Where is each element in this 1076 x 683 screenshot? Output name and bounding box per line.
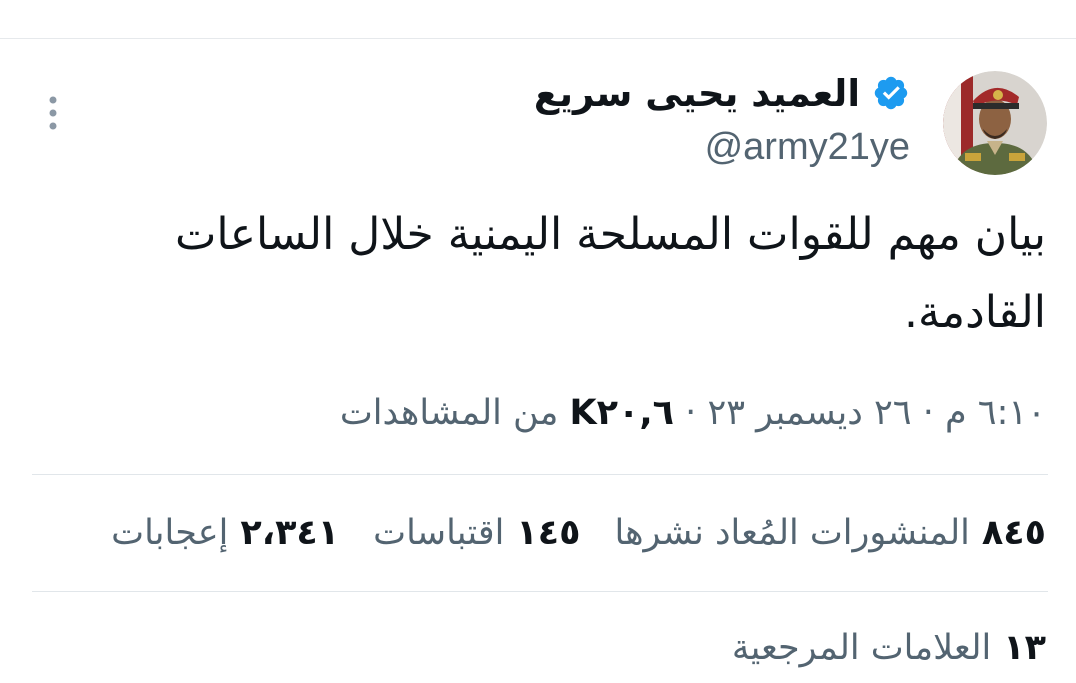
likes-count: ٢،٣٤١ bbox=[240, 513, 340, 553]
meta-separator: · bbox=[922, 393, 934, 433]
bookmarks-stat[interactable]: ١٣ العلامات المرجعية bbox=[732, 620, 1046, 676]
verified-badge-icon bbox=[872, 74, 910, 112]
author-display-name[interactable]: العميد يحيى سريع bbox=[534, 68, 910, 118]
author-name-text: العميد يحيى سريع bbox=[533, 71, 860, 115]
quotes-stat[interactable]: ١٤٥ اقتباسات bbox=[373, 513, 580, 553]
likes-label: إعجابات bbox=[111, 513, 229, 553]
author-handle[interactable]: @army21ye bbox=[705, 126, 910, 169]
views-label: من المشاهدات bbox=[339, 393, 559, 433]
likes-stat[interactable]: ٢،٣٤١ إعجابات bbox=[111, 513, 339, 553]
engagement-stats: ٨٤٥ المنشورات المُعاد نشرها ١٤٥ اقتباسات… bbox=[111, 505, 1046, 561]
views-count: K٢٠,٦ bbox=[569, 393, 675, 433]
reposts-label: المنشورات المُعاد نشرها bbox=[614, 513, 970, 553]
meta-separator: · bbox=[685, 393, 697, 433]
tweet-time[interactable]: ٦:١٠ م bbox=[945, 393, 1046, 433]
top-divider bbox=[0, 38, 1076, 39]
tweet-meta: ٦:١٠ م · ٢٦ ديسمبر ٢٣ · K٢٠,٦ من المشاهد… bbox=[340, 385, 1046, 441]
bookmarks-label: العلامات المرجعية bbox=[731, 628, 992, 668]
divider bbox=[32, 474, 1048, 475]
tweet-detail: العميد يحيى سريع @army21ye بيان مهم للقو… bbox=[0, 0, 1076, 683]
divider bbox=[32, 591, 1048, 592]
reposts-stat[interactable]: ٨٤٥ المنشورات المُعاد نشرها bbox=[614, 513, 1046, 553]
avatar[interactable] bbox=[943, 71, 1047, 175]
bookmarks-count: ١٣ bbox=[1003, 628, 1046, 668]
more-options-icon[interactable] bbox=[42, 94, 64, 134]
tweet-date[interactable]: ٢٦ ديسمبر ٢٣ bbox=[707, 393, 911, 433]
reposts-count: ٨٤٥ bbox=[981, 513, 1046, 553]
quotes-count: ١٤٥ bbox=[516, 513, 581, 553]
quotes-label: اقتباسات bbox=[373, 513, 505, 553]
tweet-text: بيان مهم للقوات المسلحة اليمنية خلال الس… bbox=[174, 209, 1046, 338]
